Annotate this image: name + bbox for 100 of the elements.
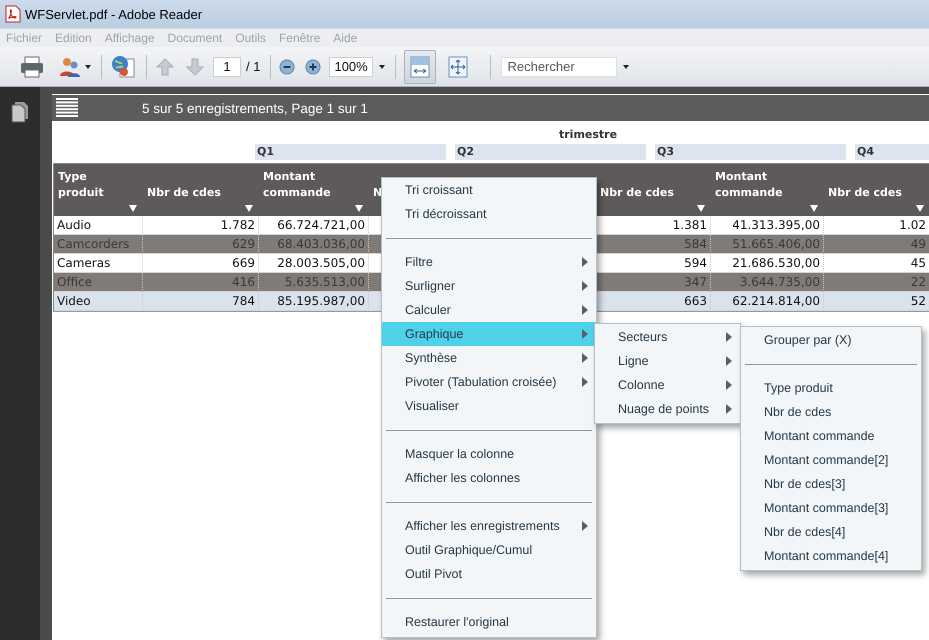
menu-item[interactable]: Colonne xyxy=(595,373,740,397)
column-header[interactable]: Nbr de cdes xyxy=(596,164,711,216)
sort-arrow-icon[interactable] xyxy=(129,205,137,212)
column-header[interactable]: Montant commande xyxy=(711,164,824,216)
submenu-arrow-icon xyxy=(726,404,732,414)
menu-item[interactable]: Outil Pivot xyxy=(382,562,596,586)
menu-item[interactable]: Nbr de cdes xyxy=(741,400,921,424)
pages-icon[interactable] xyxy=(10,101,30,123)
menu-item[interactable]: Surligner xyxy=(382,274,596,298)
sort-arrow-icon[interactable] xyxy=(355,205,363,212)
column-label: Montant commande xyxy=(263,169,332,201)
sort-arrow-icon[interactable] xyxy=(916,205,924,212)
caret-icon[interactable] xyxy=(85,64,91,68)
zoom-in-icon[interactable] xyxy=(305,58,322,74)
table-cell: 22 xyxy=(824,273,929,292)
menu-item[interactable]: Montant commande[3] xyxy=(741,496,921,520)
menu-item[interactable]: Afficher les enregistrements xyxy=(382,514,596,538)
search-field[interactable]: Rechercher xyxy=(501,56,618,76)
submenu-arrow-icon xyxy=(582,521,588,531)
submenu-arrow-icon xyxy=(726,356,732,366)
page-number-field[interactable]: 1 xyxy=(213,56,241,76)
fit-page-icon xyxy=(448,56,468,78)
table-cell: 68.403.036,00 xyxy=(259,235,369,254)
menu-item[interactable]: Tri croissant xyxy=(382,178,596,202)
table-cell: 1.381 xyxy=(596,216,711,235)
table-cell: 28.003.505,00 xyxy=(259,254,369,273)
column-label: Nbr de cdes xyxy=(828,185,902,201)
table-cell: 416 xyxy=(143,273,259,292)
people-icon[interactable] xyxy=(58,56,82,78)
table-cell: 52 xyxy=(824,292,929,311)
menu-item[interactable]: Grouper par (X) xyxy=(741,328,921,352)
caret-icon[interactable] xyxy=(623,64,630,68)
table-cell: 85.195.987,00 xyxy=(259,292,369,311)
table-cell: Video xyxy=(54,292,143,311)
table-cell: Cameras xyxy=(54,254,143,273)
menu-item[interactable]: Calculer xyxy=(382,298,596,322)
menu-item[interactable]: Nbr de cdes[3] xyxy=(741,472,921,496)
zoom-out-icon[interactable] xyxy=(279,58,296,74)
quarter-header: Q1 xyxy=(255,144,446,160)
table-cell: 49 xyxy=(824,235,929,254)
menu-item[interactable]: Synthèse xyxy=(382,346,596,370)
submenu-arrow-icon xyxy=(582,305,588,315)
menu-item[interactable]: Secteurs xyxy=(595,325,740,349)
column-label: Nbr de cdes xyxy=(147,185,221,201)
table-cell: 21.686.530,00 xyxy=(711,254,824,273)
menu-item[interactable]: Filtre xyxy=(382,250,596,274)
submenu-arrow-icon xyxy=(582,329,588,339)
table-cell: Audio xyxy=(54,216,143,235)
menu-item[interactable]: Nbr de cdes[4] xyxy=(741,520,921,544)
table-cell: 784 xyxy=(143,292,259,311)
printer-icon[interactable] xyxy=(20,56,44,78)
group-title: trimestre xyxy=(559,127,618,143)
table-cell: 51.665.406,00 xyxy=(711,235,824,254)
column-header[interactable]: Type produit xyxy=(54,164,143,216)
menu-item[interactable]: Ligne xyxy=(595,349,740,373)
sort-arrow-icon[interactable] xyxy=(245,205,253,212)
menu-item[interactable]: Afficher les colonnes xyxy=(382,466,596,490)
records-status: 5 sur 5 enregistrements, Page 1 sur 1 xyxy=(142,100,368,116)
menu-item[interactable]: Visualiser xyxy=(382,394,596,418)
table-cell: Camcorders xyxy=(54,235,143,254)
globe-document-icon[interactable] xyxy=(110,54,136,80)
menu-item[interactable]: Masquer la colonne xyxy=(382,442,596,466)
menu-item[interactable]: Type produit xyxy=(741,376,921,400)
table-cell: 3.644.735,00 xyxy=(711,273,824,292)
page-count: / 1 xyxy=(246,59,260,74)
menu-item[interactable]: Montant commande[4] xyxy=(741,544,921,568)
fit-width-button[interactable] xyxy=(404,50,436,84)
table-cell: 663 xyxy=(596,292,711,311)
table-cell: 1.782 xyxy=(143,216,259,235)
sort-arrow-icon[interactable] xyxy=(810,205,818,212)
sort-arrow-icon[interactable] xyxy=(697,205,705,212)
list-icon[interactable] xyxy=(56,98,78,118)
table-cell: 66.724.721,00 xyxy=(259,216,369,235)
submenu-arrow-icon xyxy=(582,353,588,363)
table-cell: 594 xyxy=(596,254,711,273)
submenu-arrow-icon xyxy=(726,380,732,390)
table-cell: 629 xyxy=(143,235,259,254)
table-cell: 584 xyxy=(596,235,711,254)
submenu-arrow-icon xyxy=(582,257,588,267)
quarter-header: Q4 xyxy=(855,144,929,160)
column-label: Type produit xyxy=(58,169,105,201)
zoom-field[interactable]: 100% xyxy=(329,56,374,76)
table-cell: 347 xyxy=(596,273,711,292)
menu-item[interactable]: Tri décroissant xyxy=(382,202,596,226)
menu-item[interactable]: Pivoter (Tabulation croisée) xyxy=(382,370,596,394)
submenu-arrow-icon xyxy=(582,281,588,291)
submenu-arrow-icon xyxy=(726,332,732,342)
column-header[interactable]: Nbr de cdes xyxy=(143,164,259,216)
menu-item[interactable]: Nuage de points xyxy=(595,397,740,421)
column-label: N xyxy=(373,185,382,201)
caret-icon[interactable] xyxy=(379,64,386,68)
column-header[interactable]: Montant commande xyxy=(259,164,369,216)
column-label: Montant commande xyxy=(715,169,784,201)
menu-item[interactable]: Montant commande xyxy=(741,424,921,448)
menu-item[interactable]: Montant commande[2] xyxy=(741,448,921,472)
column-header[interactable]: Nbr de cdes xyxy=(824,164,929,216)
menu-item[interactable]: Graphique xyxy=(382,322,596,346)
table-cell: 62.214.814,00 xyxy=(711,292,824,311)
menu-item[interactable]: Outil Graphique/Cumul xyxy=(382,538,596,562)
menu-item[interactable]: Restaurer l'original xyxy=(382,610,596,634)
